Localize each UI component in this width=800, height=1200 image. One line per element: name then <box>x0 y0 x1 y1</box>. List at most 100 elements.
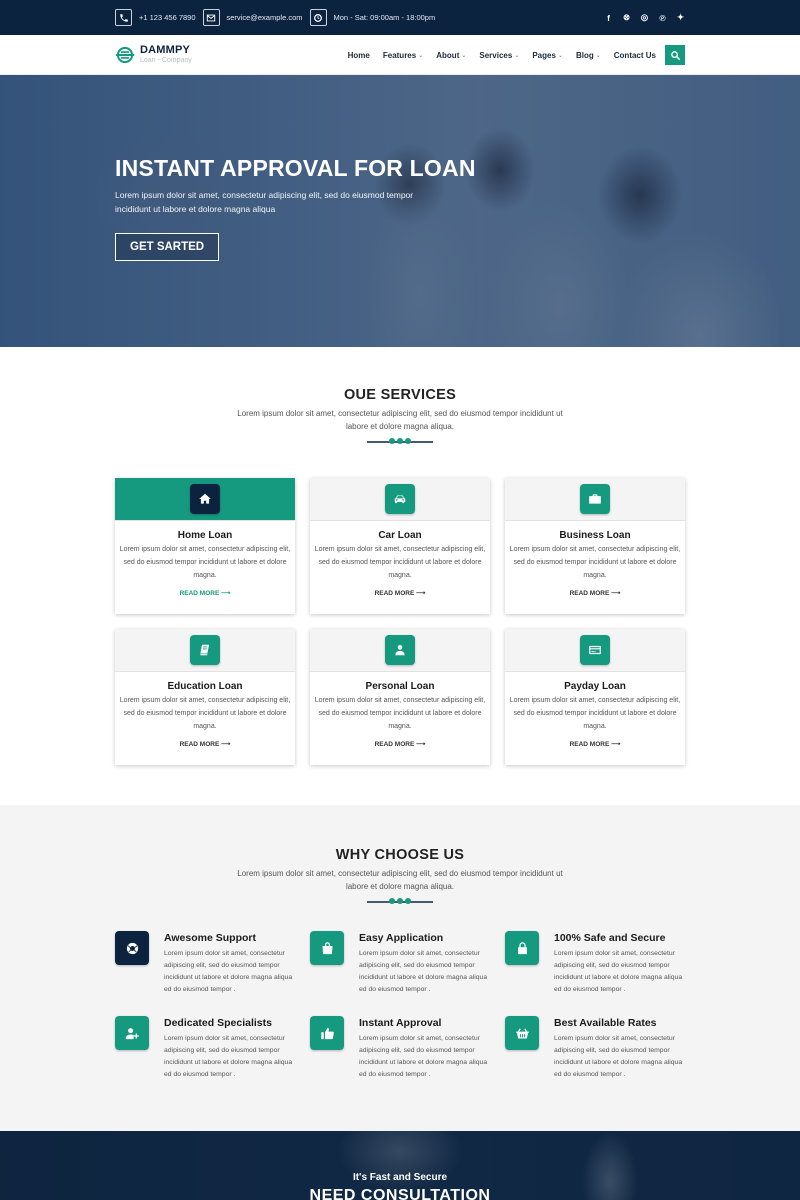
nav-label: Contact Us <box>613 50 656 60</box>
hero-title: INSTANT APPROVAL FOR LOAN <box>115 155 476 181</box>
book-icon <box>190 635 220 665</box>
card-text: Lorem ipsum dolor sit amet, consectetur … <box>314 697 486 730</box>
feature-easy-application: Easy Application Lorem ipsum dolor sit a… <box>310 931 505 996</box>
card-text: Lorem ipsum dolor sit amet, consectetur … <box>314 546 486 579</box>
phone-number[interactable]: +1 123 456 7890 <box>139 13 196 22</box>
service-card-business-loan[interactable]: Business Loan Lorem ipsum dolor sit amet… <box>505 478 685 614</box>
feature-text: Lorem ipsum dolor sit amet, consectetur … <box>359 950 488 993</box>
pinterest-icon[interactable]: ℗ <box>658 13 667 23</box>
services-section: OUE SERVICES Lorem ipsum dolor sit amet,… <box>0 347 800 805</box>
feature-title: Dedicated Specialists <box>164 1017 272 1029</box>
nav-label: Pages <box>532 50 556 60</box>
read-more-link[interactable]: READ MORE ⟶ <box>375 589 426 597</box>
feature-text: Lorem ipsum dolor sit amet, consectetur … <box>359 1035 488 1078</box>
read-more-link[interactable]: READ MORE ⟶ <box>180 740 231 748</box>
phone-icon <box>115 9 132 26</box>
feature-list: Awesome Support Lorem ipsum dolor sit am… <box>115 931 685 1081</box>
service-cards: Home Loan Lorem ipsum dolor sit amet, co… <box>115 478 685 765</box>
card-text: Lorem ipsum dolor sit amet, consectetur … <box>119 546 291 579</box>
hero-text: Lorem ipsum dolor sit amet, consectetur … <box>115 190 414 214</box>
card-text: Lorem ipsum dolor sit amet, consectetur … <box>509 546 681 579</box>
card-text: Lorem ipsum dolor sit amet, consectetur … <box>509 697 681 730</box>
hero-banner: INSTANT APPROVAL FOR LOAN Lorem ipsum do… <box>0 75 800 347</box>
social-links: f ⊗ ◎ ℗ ✦ <box>604 12 685 23</box>
credit-card-icon <box>580 635 610 665</box>
email-address[interactable]: service@example.com <box>227 13 303 22</box>
service-card-payday-loan[interactable]: Payday Loan Lorem ipsum dolor sit amet, … <box>505 629 685 765</box>
chevron-down-icon: ⌄ <box>557 52 563 59</box>
nav-menu: Home Features ⌄ About ⌄ Services ⌄ Pages ⌄ B… <box>335 45 685 65</box>
twitter-icon[interactable]: ✦ <box>676 12 685 23</box>
read-more-link[interactable]: READ MORE ⟶ <box>570 740 621 748</box>
get-started-button[interactable]: GET SARTED <box>115 233 220 261</box>
search-icon <box>670 50 680 60</box>
services-title: OUE SERVICES <box>343 387 457 403</box>
card-title: Home Loan <box>177 530 233 541</box>
service-card-personal-loan[interactable]: Personal Loan Lorem ipsum dolor sit amet… <box>310 629 490 765</box>
feature-text: Lorem ipsum dolor sit amet, consectetur … <box>164 1035 293 1078</box>
read-more-link[interactable]: READ MORE ⟶ <box>180 589 231 597</box>
nav-label: Services <box>479 50 513 60</box>
feature-best-rates: Best Available Rates Lorem ipsum dolor s… <box>505 1016 700 1081</box>
section-divider <box>367 438 433 446</box>
card-title: Business Loan <box>559 530 631 541</box>
card-title: Car Loan <box>378 530 422 541</box>
brand-tagline: Loan - Company <box>140 57 192 64</box>
why-title: WHY CHOOSE US <box>335 847 465 863</box>
nav-item-services[interactable]: Services ⌄ <box>479 51 519 60</box>
main-navigation: DAMMPY Loan - Company Home Features ⌄ Abo… <box>0 35 800 75</box>
nav-item-pages[interactable]: Pages ⌄ <box>532 51 563 60</box>
mail-icon <box>202 9 220 26</box>
nav-item-features[interactable]: Features ⌄ <box>383 51 423 60</box>
feature-title: Easy Application <box>359 932 444 944</box>
card-title: Education Loan <box>167 681 243 692</box>
shopping-bag-icon <box>310 931 344 965</box>
consult-pretitle: It's Fast and Secure <box>352 1172 448 1183</box>
why-subtitle: Lorem ipsum dolor sit amet, consectetur … <box>237 869 563 891</box>
feature-title: Instant Approval <box>359 1017 442 1029</box>
logo-icon <box>115 46 135 64</box>
service-card-home-loan[interactable]: Home Loan Lorem ipsum dolor sit amet, co… <box>115 478 295 614</box>
briefcase-icon <box>580 484 610 514</box>
chevron-down-icon: ⌄ <box>514 52 520 59</box>
user-icon <box>385 635 415 665</box>
card-text: Lorem ipsum dolor sit amet, consectetur … <box>119 697 291 730</box>
search-button[interactable] <box>665 45 685 65</box>
business-hours: Mon - Sat: 09:00am - 18:00pm <box>333 13 436 22</box>
nav-label: Home <box>347 50 370 60</box>
facebook-icon[interactable]: f <box>604 13 613 23</box>
feature-awesome-support: Awesome Support Lorem ipsum dolor sit am… <box>115 931 310 996</box>
read-more-link[interactable]: READ MORE ⟶ <box>570 589 621 597</box>
feature-text: Lorem ipsum dolor sit amet, consectetur … <box>554 950 683 993</box>
nav-label: Blog <box>575 50 594 60</box>
section-divider <box>367 898 433 906</box>
feature-title: 100% Safe and Secure <box>554 932 666 944</box>
why-choose-section: WHY CHOOSE US Lorem ipsum dolor sit amet… <box>0 805 800 1131</box>
feature-dedicated-specialists: Dedicated Specialists Lorem ipsum dolor … <box>115 1016 310 1081</box>
lock-icon <box>505 931 539 965</box>
top-bar: +1 123 456 7890 service@example.com Mon … <box>0 0 800 35</box>
service-card-education-loan[interactable]: Education Loan Lorem ipsum dolor sit ame… <box>115 629 295 765</box>
user-plus-icon <box>115 1016 149 1050</box>
consultation-banner: It's Fast and Secure NEED CONSULTATION <box>0 1131 800 1200</box>
nav-item-blog[interactable]: Blog ⌄ <box>576 51 601 60</box>
nav-item-contact[interactable]: Contact Us <box>614 51 656 60</box>
consult-title: NEED CONSULTATION <box>309 1187 491 1200</box>
nav-item-home[interactable]: Home <box>348 51 370 60</box>
clock-icon <box>309 9 327 26</box>
service-card-car-loan[interactable]: Car Loan Lorem ipsum dolor sit amet, con… <box>310 478 490 614</box>
dribbble-icon[interactable]: ⊗ <box>622 12 631 23</box>
nav-item-about[interactable]: About ⌄ <box>436 51 466 60</box>
instagram-icon[interactable]: ◎ <box>640 12 649 23</box>
feature-safe-secure: 100% Safe and Secure Lorem ipsum dolor s… <box>505 931 700 996</box>
chevron-down-icon: ⌄ <box>418 52 424 59</box>
basket-icon <box>505 1016 539 1050</box>
card-title: Payday Loan <box>564 681 626 692</box>
services-subtitle: Lorem ipsum dolor sit amet, consectetur … <box>237 409 563 431</box>
logo[interactable]: DAMMPY Loan - Company <box>115 44 192 66</box>
feature-text: Lorem ipsum dolor sit amet, consectetur … <box>554 1035 683 1078</box>
lifebuoy-icon <box>115 931 149 965</box>
read-more-link[interactable]: READ MORE ⟶ <box>375 740 426 748</box>
thumbs-up-icon <box>310 1016 344 1050</box>
brand-name: DAMMPY <box>140 44 191 56</box>
